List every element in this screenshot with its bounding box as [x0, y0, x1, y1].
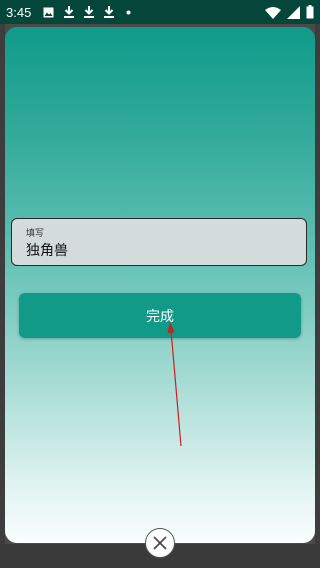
scrim-right	[315, 24, 320, 568]
wifi-icon	[265, 4, 281, 23]
image-icon	[43, 6, 54, 18]
battery-icon	[306, 4, 314, 23]
input-label: 填写	[26, 229, 45, 239]
dot-icon	[123, 6, 134, 18]
input-dialog: 填写 独角兽 完成	[5, 27, 315, 543]
signal-icon	[287, 4, 300, 23]
done-button[interactable]: 完成	[19, 293, 301, 338]
download-icon	[63, 6, 74, 18]
download-icon	[83, 6, 94, 18]
system-icons	[265, 4, 314, 23]
close-icon[interactable]	[145, 528, 175, 558]
status-time: 3:45	[6, 4, 32, 20]
notification-icons	[43, 6, 134, 18]
input-value[interactable]: 独角兽	[26, 240, 68, 260]
name-input-field[interactable]: 填写 独角兽	[11, 218, 307, 266]
status-bar: 3:45	[0, 0, 320, 24]
download-icon	[103, 6, 114, 18]
